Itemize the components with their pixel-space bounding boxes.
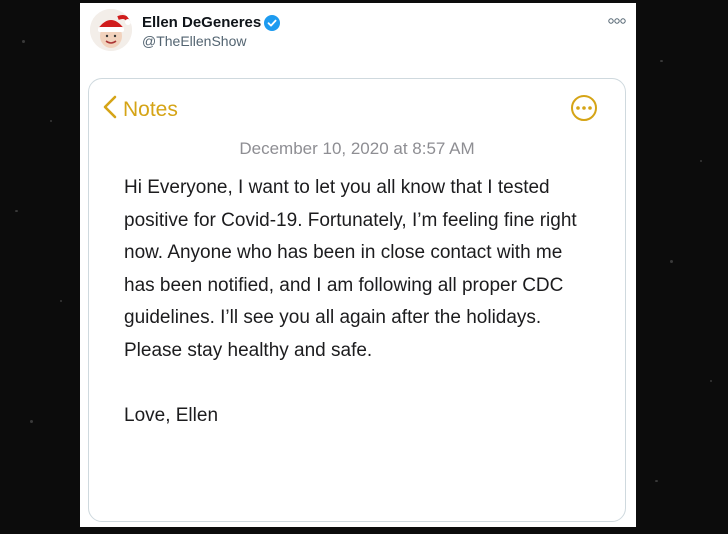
avatar[interactable] [90, 9, 132, 51]
notes-back-label: Notes [123, 97, 178, 121]
author-name-label: Ellen DeGeneres [142, 14, 262, 31]
note-screenshot: Notes December 10, 2020 at 8:57 AM Hi Ev… [88, 78, 626, 522]
note-signoff: Love, Ellen [124, 404, 219, 426]
more-options-icon[interactable] [608, 13, 626, 24]
chevron-left-icon [103, 95, 117, 124]
author-name[interactable]: Ellen DeGeneres [142, 14, 281, 31]
ellipsis-circle-icon[interactable] [571, 95, 597, 121]
notes-back-button[interactable]: Notes [103, 95, 178, 124]
tweet-card: Ellen DeGeneres @TheEllenShow Notes Dece… [80, 3, 636, 527]
note-body: Hi Everyone, I want to let you all know … [124, 172, 594, 432]
note-paragraph: Hi Everyone, I want to let you all know … [124, 177, 577, 361]
author-handle[interactable]: @TheEllenShow [142, 33, 247, 49]
verified-badge-icon [264, 14, 281, 31]
note-date: December 10, 2020 at 8:57 AM [239, 139, 475, 158]
